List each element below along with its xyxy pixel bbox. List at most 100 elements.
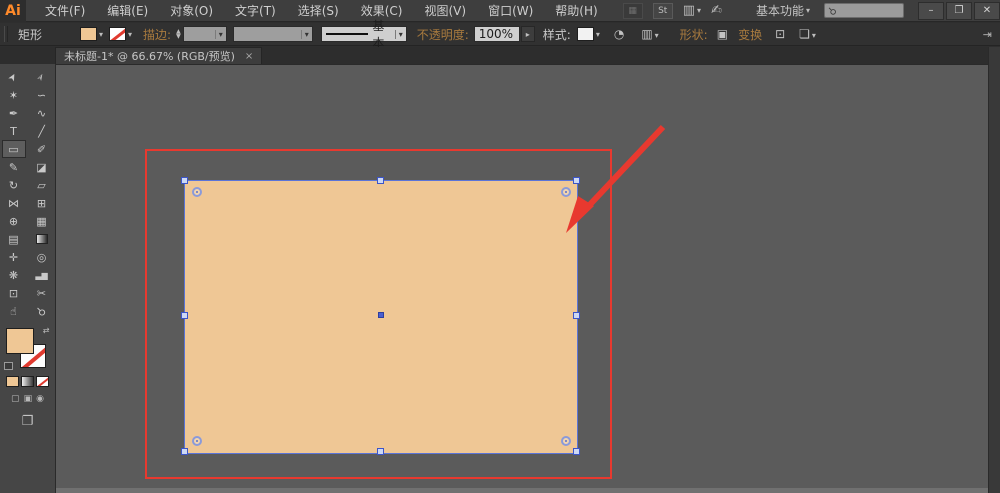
fill-proxy-swatch[interactable] (5, 328, 34, 354)
corner-widget[interactable] (192, 187, 202, 197)
document-tab[interactable]: 未标题-1* @ 66.67% (RGB/预览) × (55, 47, 263, 64)
selection-handle-e[interactable] (573, 312, 580, 319)
tool-mesh[interactable]: ▤ (2, 230, 26, 248)
opacity-label[interactable]: 不透明度: (417, 26, 469, 43)
selection-handle-nw[interactable] (181, 177, 188, 184)
tool-direct-selection[interactable]: ➢ (30, 68, 54, 86)
stock-icon[interactable]: St (652, 2, 673, 19)
fill-color-swatch[interactable] (80, 27, 98, 41)
chevron-down-icon[interactable]: ▾ (394, 29, 406, 39)
selection-handle-se[interactable] (573, 448, 580, 455)
style-swatch[interactable] (576, 27, 594, 41)
menu-edit[interactable]: 编辑(E) (96, 0, 159, 22)
tool-eyedropper[interactable]: ✛ (2, 248, 26, 266)
selection-handle-w[interactable] (181, 312, 188, 319)
tool-symbol-sprayer[interactable]: ❋ (2, 266, 26, 284)
bridge-icon[interactable]: ▦ (622, 2, 643, 19)
tool-magic-wand[interactable]: ✶ (2, 86, 26, 104)
menu-window[interactable]: 窗口(W) (477, 0, 544, 22)
draw-normal-icon[interactable]: ▢ (11, 394, 20, 404)
tool-perspective-grid[interactable]: ▦ (30, 212, 54, 230)
transform-label[interactable]: 变换 (738, 26, 762, 43)
restore-button[interactable]: ❐ (946, 1, 972, 20)
tool-width[interactable]: ⋈ (2, 194, 26, 212)
chevron-down-icon[interactable]: ▾ (300, 29, 312, 39)
tool-type[interactable]: T (2, 122, 26, 140)
chevron-down-icon[interactable]: ▾ (214, 29, 226, 39)
collapsed-panel-dock[interactable] (988, 47, 1000, 493)
style-label[interactable]: 样式: (543, 26, 571, 43)
selection-handle-ne[interactable] (573, 177, 580, 184)
chevron-down-icon[interactable]: ▾ (128, 30, 132, 39)
stroke-weight-label[interactable]: 描边: (143, 26, 171, 43)
tool-blend[interactable]: ◎ (30, 248, 54, 266)
close-button[interactable]: ✕ (974, 1, 1000, 20)
menu-select[interactable]: 选择(S) (287, 0, 350, 22)
tool-zoom[interactable]: ⚲ (30, 302, 54, 320)
align-icon[interactable]: ▥ ▾ (641, 27, 658, 41)
opacity-dropdown-button[interactable]: ▸ (520, 26, 535, 42)
shape-label[interactable]: 形状: (680, 26, 708, 43)
tool-eraser[interactable]: ◪ (30, 158, 54, 176)
tool-column-graph[interactable]: ▃▆ (30, 266, 54, 284)
selection-handle-sw[interactable] (181, 448, 188, 455)
search-input[interactable]: ⚲ (824, 3, 904, 18)
tool-free-transform[interactable]: ⊞ (30, 194, 54, 212)
tool-selection[interactable]: ➤ (2, 68, 26, 86)
corner-widget[interactable] (561, 436, 571, 446)
gradient-button[interactable] (21, 376, 34, 387)
tool-shape-builder[interactable]: ⊕ (2, 212, 26, 230)
draw-inside-icon[interactable]: ◉ (36, 394, 44, 404)
corner-widget[interactable] (561, 187, 571, 197)
tab-close-icon[interactable]: × (245, 51, 253, 62)
selection-handle-s[interactable] (377, 448, 384, 455)
minimize-button[interactable]: – (918, 1, 944, 20)
canvas-area[interactable] (56, 64, 988, 493)
tool-slice[interactable]: ✂ (30, 284, 54, 302)
menu-type[interactable]: 文字(T) (224, 0, 287, 22)
tool-gradient[interactable] (30, 230, 54, 248)
tool-lasso[interactable]: ∽ (30, 86, 54, 104)
color-button[interactable] (6, 376, 19, 387)
brush-definition-combo[interactable]: 基本 ▾ (320, 19, 407, 50)
tool-rectangle[interactable]: ▭ (1, 140, 26, 158)
tool-rotate[interactable]: ↻ (2, 176, 26, 194)
stroke-color-swatch[interactable] (109, 27, 127, 41)
cs-live-icon[interactable]: ✍ (711, 3, 722, 19)
menu-help[interactable]: 帮助(H) (544, 0, 608, 22)
opacity-combo[interactable]: 100% (473, 26, 520, 42)
recolor-artwork-icon[interactable]: ◔ (614, 27, 624, 41)
tool-paintbrush[interactable]: ✐ (30, 140, 54, 158)
horizontal-scrollbar[interactable] (56, 488, 988, 493)
select-similar-icon[interactable]: ❏ ▾ (799, 27, 816, 41)
center-point-handle[interactable] (378, 312, 384, 318)
stroke-weight-combo[interactable]: ▾ (182, 26, 227, 42)
tool-curvature[interactable]: ∿ (30, 104, 54, 122)
tool-artboard[interactable]: ⊡ (2, 284, 26, 302)
corner-widget[interactable] (192, 436, 202, 446)
collapse-control-bar-icon[interactable]: ⇥ (983, 28, 992, 41)
tool-scale[interactable]: ▱ (30, 176, 54, 194)
chevron-down-icon[interactable]: ▾ (99, 30, 103, 39)
tool-pencil[interactable]: ✎ (2, 158, 26, 176)
control-bar-grip[interactable] (4, 26, 8, 42)
swap-fill-stroke-icon[interactable]: ⇄ (43, 326, 50, 335)
shape-properties-icon[interactable]: ▣ (717, 27, 728, 41)
selection-handle-n[interactable] (377, 177, 384, 184)
menu-file[interactable]: 文件(F) (34, 0, 96, 22)
draw-behind-icon[interactable]: ▣ (24, 394, 33, 404)
screen-mode-button[interactable]: ❐ (0, 414, 55, 429)
tool-line-segment[interactable]: ╱ (30, 122, 54, 140)
stroke-weight-stepper[interactable]: ▲ ▼ (176, 29, 181, 40)
workspace-switcher[interactable]: 基本功能 ▾ (748, 2, 818, 19)
tool-hand[interactable]: ☝ (2, 302, 26, 320)
none-button[interactable] (36, 376, 49, 387)
menu-object[interactable]: 对象(O) (159, 0, 224, 22)
isolate-selection-icon[interactable]: ⊡ (775, 27, 785, 41)
menu-view[interactable]: 视图(V) (413, 0, 477, 22)
arrange-documents-icon[interactable]: ▥ ▾ (683, 3, 701, 19)
chevron-down-icon[interactable]: ▾ (596, 30, 600, 39)
width-profile-combo[interactable]: ▾ (232, 26, 313, 42)
default-fill-stroke-icon[interactable] (3, 362, 13, 370)
tool-pen[interactable]: ✒ (2, 104, 26, 122)
